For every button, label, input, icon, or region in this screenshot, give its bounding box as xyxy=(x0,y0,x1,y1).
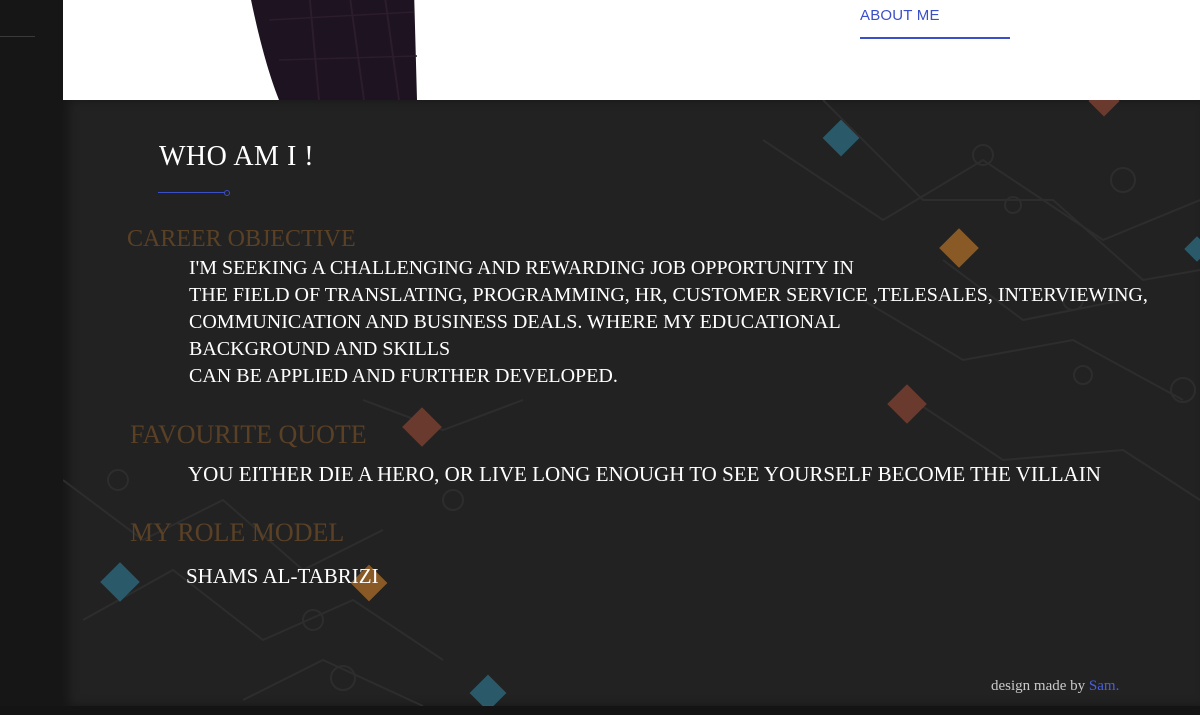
favourite-quote-heading: FAVOURITE QUOTE xyxy=(130,420,367,449)
credit-prefix: design made by xyxy=(991,678,1086,694)
background-pattern xyxy=(63,100,1200,706)
sidebar-divider xyxy=(0,36,35,37)
sidebar xyxy=(0,0,63,715)
title-underline xyxy=(158,192,228,193)
career-objective-line: CAN BE APPLIED AND FURTHER DEVELOPED. xyxy=(189,365,618,387)
credit-author-link[interactable]: Sam. xyxy=(1089,678,1119,694)
footer-credit: design made by Sam. xyxy=(991,678,1119,695)
about-section: WHO AM I ! CAREER OBJECTIVE I'M SEEKING … xyxy=(63,100,1200,706)
career-objective-line: I'M SEEKING A CHALLENGING AND REWARDING … xyxy=(189,257,854,279)
profile-photo xyxy=(251,0,418,100)
page-title: WHO AM I ! xyxy=(159,141,315,172)
career-objective-line: COMMUNICATION AND BUSINESS DEALS. WHERE … xyxy=(189,311,841,333)
header-panel: ABOUT ME xyxy=(63,0,1200,100)
title-underline-dot xyxy=(224,190,230,196)
role-model-text: SHAMS AL-TABRIZI xyxy=(186,564,379,588)
career-objective-line: THE FIELD OF TRANSLATING, PROGRAMMING, H… xyxy=(189,284,1148,306)
bottom-strip xyxy=(0,706,1200,715)
career-objective-heading: CAREER OBJECTIVE xyxy=(127,226,356,252)
career-objective-line: BACKGROUND AND SKILLS xyxy=(189,338,451,360)
nav-about-me-link[interactable]: ABOUT ME xyxy=(860,7,1010,39)
favourite-quote-text: YOU EITHER DIE A HERO, OR LIVE LONG ENOU… xyxy=(188,462,1101,486)
career-objective-text: I'M SEEKING A CHALLENGING AND REWARDING … xyxy=(189,255,1148,390)
role-model-heading: MY ROLE MODEL xyxy=(130,518,345,547)
